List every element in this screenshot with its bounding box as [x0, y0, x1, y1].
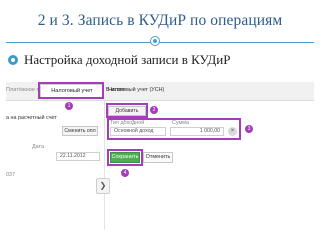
step-badge-4: 4 [121, 169, 129, 177]
collapse-panel-button[interactable]: ❯ [96, 178, 110, 194]
slide-title: 2 и 3. Запись в КУДиР по операциям [37, 12, 283, 29]
cancel-button[interactable]: Отменить [143, 152, 173, 163]
panel-divider [104, 100, 105, 230]
change-button[interactable]: Сменить опл [62, 126, 98, 136]
bullet-line: Настройка доходной записи в КУДиР [8, 52, 230, 68]
date-label: Дата [32, 144, 44, 150]
highlight-frame-tab [38, 82, 104, 99]
step-badge-2: 2 [150, 106, 158, 114]
account-label: а на расчетный счет [6, 115, 57, 121]
highlight-frame-row [107, 118, 241, 140]
step-badge-3: 3 [245, 125, 253, 133]
divider-dot-ornament [153, 39, 157, 43]
slide: 2 и 3. Запись в КУДиР по операциям Настр… [0, 0, 320, 240]
step-badge-1: 1 [65, 102, 73, 110]
tax-panel-header: Налоговый учет (УСН) [108, 87, 165, 93]
bullet-icon [8, 55, 18, 65]
highlight-frame-add-row [106, 103, 148, 118]
code-label: 037 [6, 172, 15, 178]
title-divider [6, 42, 314, 43]
embedded-screenshot: Платёжное поручение Налоговый учет В ито… [6, 82, 314, 230]
date-field[interactable]: 22.11.2012 [56, 152, 100, 161]
highlight-frame-save [107, 149, 143, 166]
bullet-text: Настройка доходной записи в КУДиР [24, 52, 231, 67]
